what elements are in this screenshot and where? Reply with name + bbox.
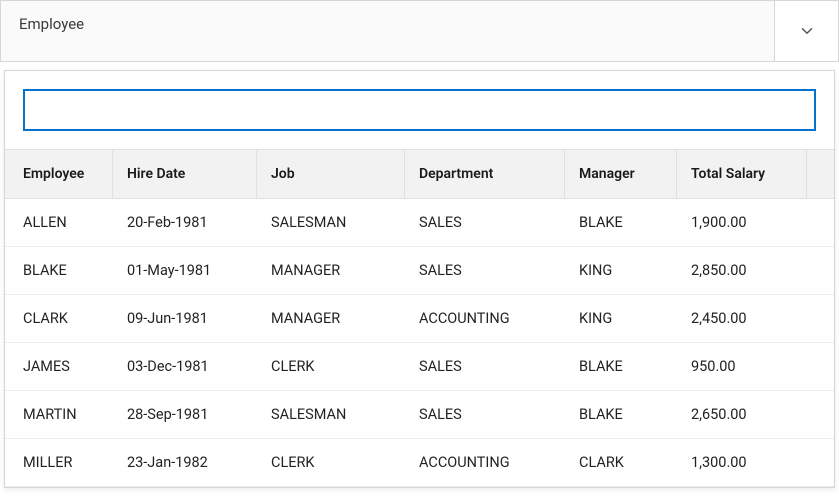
cell-manager: BLAKE (565, 343, 677, 390)
lov-popup: Employee Hire Date Job Department Manage… (4, 70, 835, 488)
cell-manager: BLAKE (565, 391, 677, 438)
cell-total-salary: 1,300.00 (677, 439, 807, 486)
table-row[interactable]: CLARK09-Jun-1981MANAGERACCOUNTINGKING2,4… (5, 295, 834, 343)
cell-job: SALESMAN (257, 199, 405, 246)
cell-department: SALES (405, 199, 565, 246)
cell-employee: JAMES (5, 343, 113, 390)
cell-manager: BLAKE (565, 199, 677, 246)
cell-total-salary: 1,900.00 (677, 199, 807, 246)
cell-job: MANAGER (257, 295, 405, 342)
cell-padding (807, 439, 835, 486)
col-header-employee[interactable]: Employee (5, 150, 113, 198)
cell-employee: MILLER (5, 439, 113, 486)
cell-manager: KING (565, 295, 677, 342)
cell-padding (807, 343, 835, 390)
cell-employee: CLARK (5, 295, 113, 342)
col-header-job[interactable]: Job (257, 150, 405, 198)
col-header-total-salary[interactable]: Total Salary (677, 150, 807, 198)
col-header-department[interactable]: Department (405, 150, 565, 198)
cell-hire-date: 01-May-1981 (113, 247, 257, 294)
cell-department: SALES (405, 343, 565, 390)
cell-department: SALES (405, 391, 565, 438)
cell-padding (807, 199, 835, 246)
cell-padding (807, 391, 835, 438)
cell-department: ACCOUNTING (405, 295, 565, 342)
cell-department: ACCOUNTING (405, 439, 565, 486)
table-row[interactable]: JAMES03-Dec-1981CLERKSALESBLAKE950.00 (5, 343, 834, 391)
cell-employee: ALLEN (5, 199, 113, 246)
cell-job: CLERK (257, 439, 405, 486)
cell-total-salary: 2,850.00 (677, 247, 807, 294)
cell-total-salary: 2,650.00 (677, 391, 807, 438)
col-header-hire-date[interactable]: Hire Date (113, 150, 257, 198)
table-row[interactable]: MARTIN28-Sep-1981SALESMANSALESBLAKE2,650… (5, 391, 834, 439)
cell-employee: BLAKE (5, 247, 113, 294)
cell-hire-date: 03-Dec-1981 (113, 343, 257, 390)
table-row[interactable]: ALLEN20-Feb-1981SALESMANSALESBLAKE1,900.… (5, 199, 834, 247)
cell-hire-date: 20-Feb-1981 (113, 199, 257, 246)
lov-field-label: Employee (1, 1, 774, 61)
cell-job: MANAGER (257, 247, 405, 294)
cell-job: CLERK (257, 343, 405, 390)
cell-total-salary: 2,450.00 (677, 295, 807, 342)
cell-employee: MARTIN (5, 391, 113, 438)
cell-total-salary: 950.00 (677, 343, 807, 390)
table-row[interactable]: BLAKE01-May-1981MANAGERSALESKING2,850.00 (5, 247, 834, 295)
search-input[interactable] (23, 89, 816, 131)
search-wrapper (5, 71, 834, 149)
cell-hire-date: 23-Jan-1982 (113, 439, 257, 486)
grid-body: ALLEN20-Feb-1981SALESMANSALESBLAKE1,900.… (5, 199, 834, 487)
lov-toggle-button[interactable] (774, 1, 838, 61)
cell-padding (807, 247, 835, 294)
cell-hire-date: 28-Sep-1981 (113, 391, 257, 438)
cell-manager: KING (565, 247, 677, 294)
col-header-padding (807, 150, 835, 198)
cell-hire-date: 09-Jun-1981 (113, 295, 257, 342)
cell-padding (807, 295, 835, 342)
cell-manager: CLARK (565, 439, 677, 486)
grid-header-row: Employee Hire Date Job Department Manage… (5, 149, 834, 199)
employee-lov-field[interactable]: Employee (0, 0, 839, 62)
col-header-manager[interactable]: Manager (565, 150, 677, 198)
cell-department: SALES (405, 247, 565, 294)
results-grid: Employee Hire Date Job Department Manage… (5, 149, 834, 487)
table-row[interactable]: MILLER23-Jan-1982CLERKACCOUNTINGCLARK1,3… (5, 439, 834, 487)
cell-job: SALESMAN (257, 391, 405, 438)
chevron-down-icon (798, 22, 816, 40)
